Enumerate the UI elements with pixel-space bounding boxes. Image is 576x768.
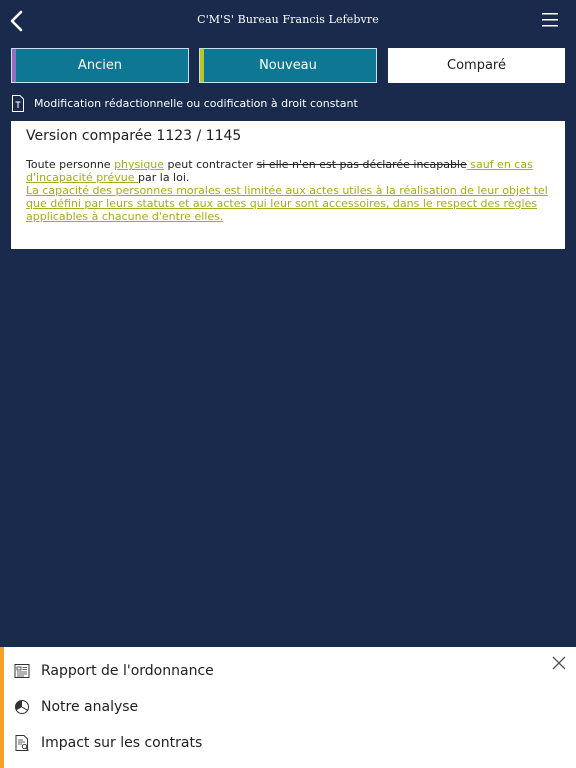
- tab-nouveau[interactable]: Nouveau: [199, 48, 377, 83]
- card-body: Toute personne physique peut contracter …: [26, 158, 550, 223]
- panel-item-rapport[interactable]: Rapport de l'ordonnance: [14, 659, 214, 683]
- contract-impact-icon: [15, 735, 29, 751]
- app-logo: C'M'S' Bureau Francis Lefebvre: [0, 13, 576, 26]
- inserted-paragraph: La capacité des personnes morales est li…: [26, 184, 548, 223]
- panel-item-impact[interactable]: Impact sur les contrats: [14, 731, 202, 755]
- modification-notice: Modification rédactionnelle ou codificat…: [12, 94, 358, 112]
- compared-version-card: Version comparée 1123 / 1145 Toute perso…: [11, 121, 565, 249]
- inserted-text: physique: [114, 158, 165, 171]
- report-icon: [14, 664, 30, 678]
- hamburger-menu-icon[interactable]: [542, 13, 558, 27]
- logo-name: Bureau Francis Lefebvre: [237, 13, 379, 26]
- text-segment: par la loi.: [138, 171, 190, 184]
- card-title: Version comparée 1123 / 1145: [26, 128, 242, 144]
- logo-brand: C'M'S': [197, 13, 235, 26]
- modification-text: Modification rédactionnelle ou codificat…: [34, 96, 358, 110]
- tab-nouveau-label: Nouveau: [259, 58, 317, 73]
- analysis-icon: [15, 700, 29, 714]
- text-segment: Toute personne: [26, 158, 115, 171]
- tab-compare[interactable]: Comparé: [388, 48, 565, 83]
- text-document-icon: [12, 94, 24, 112]
- tab-compare-label: Comparé: [447, 58, 506, 73]
- panel-item-label: Rapport de l'ordonnance: [41, 663, 214, 679]
- app-header: C'M'S' Bureau Francis Lefebvre: [0, 0, 576, 42]
- text-segment: peut contracter: [164, 158, 257, 171]
- tab-ancien-label: Ancien: [77, 58, 123, 73]
- deleted-text: si elle n'en est pas déclarée incapable: [256, 158, 467, 171]
- tab-ancien[interactable]: Ancien: [11, 48, 189, 83]
- close-icon[interactable]: [552, 656, 566, 670]
- panel-item-label: Impact sur les contrats: [41, 735, 203, 751]
- panel-item-label: Notre analyse: [41, 699, 139, 715]
- panel-item-analyse[interactable]: Notre analyse: [14, 695, 138, 719]
- version-tabs: Ancien Nouveau Comparé: [11, 48, 565, 83]
